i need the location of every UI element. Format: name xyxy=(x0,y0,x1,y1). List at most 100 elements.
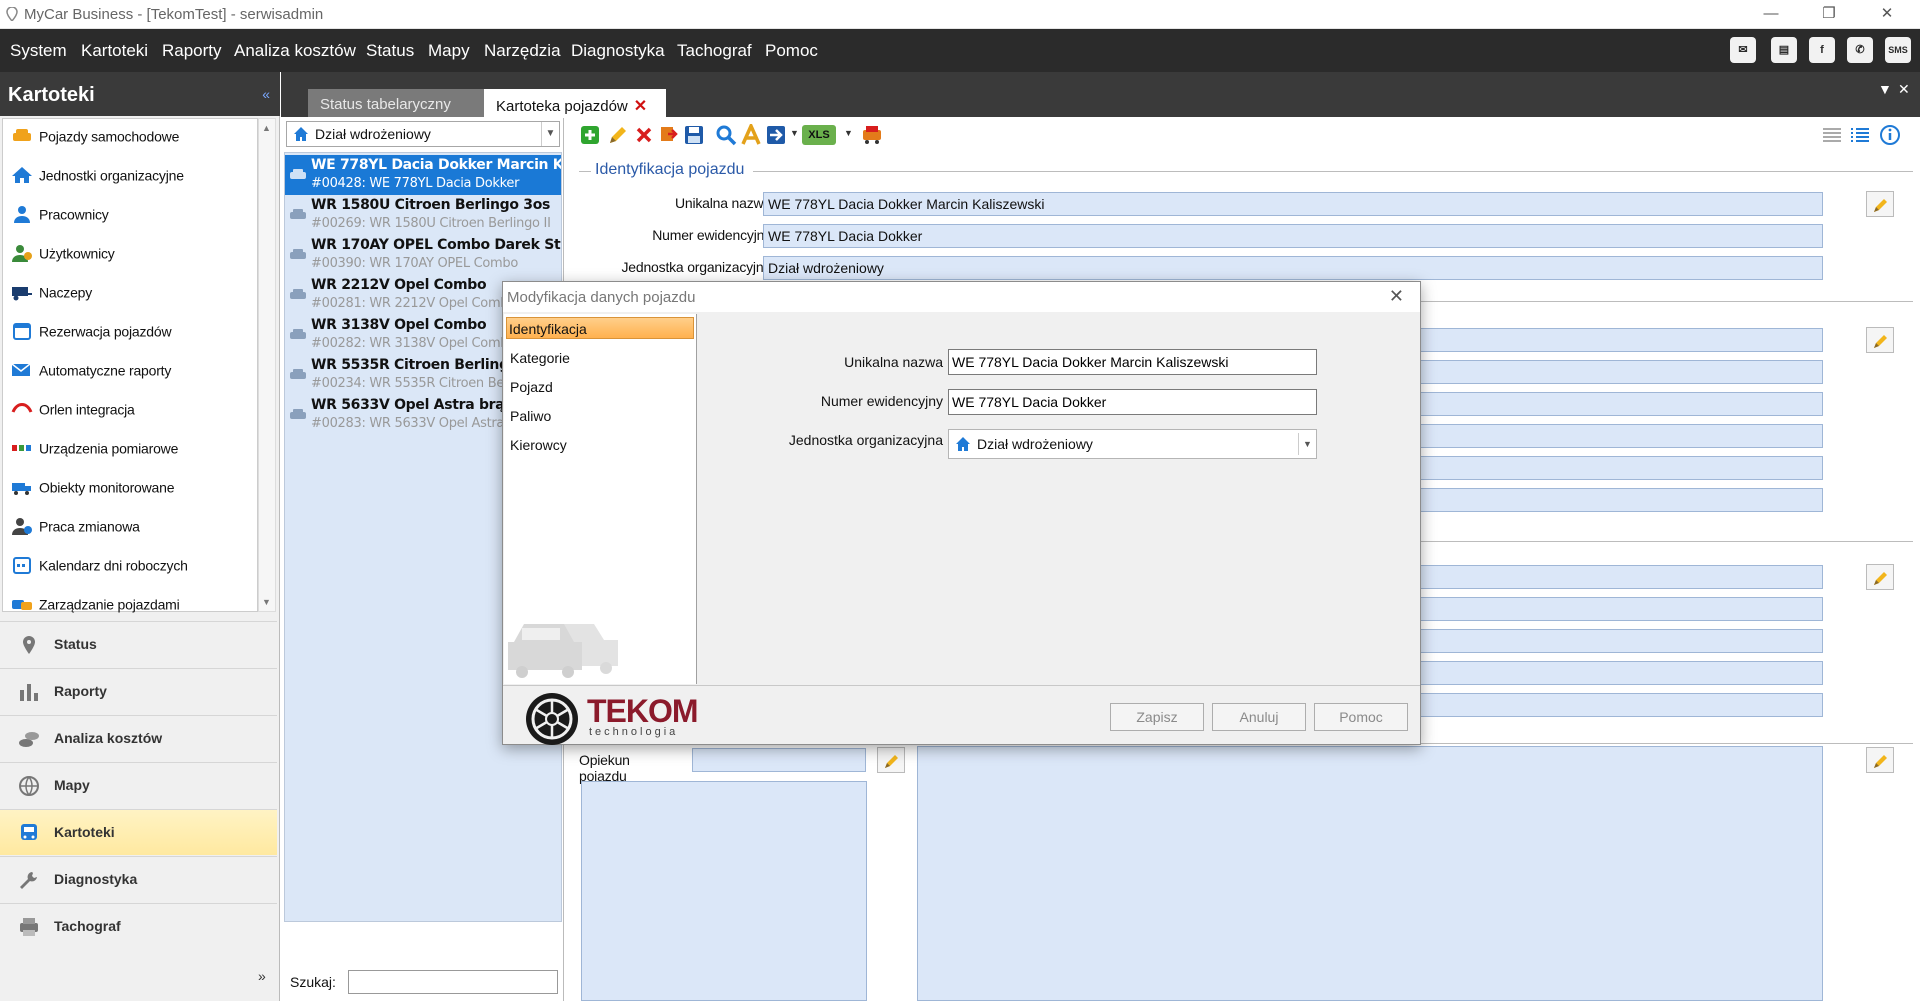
nav-raporty[interactable]: Raporty xyxy=(0,668,277,714)
chevron-down-icon[interactable]: ▼ xyxy=(1298,433,1316,455)
nav-status[interactable]: Status xyxy=(0,621,277,667)
search-icon[interactable] xyxy=(715,124,737,146)
message-icon[interactable]: ▤ xyxy=(1771,37,1797,63)
detail-field[interactable] xyxy=(1415,661,1823,685)
dialog-nav-kategorie[interactable]: Kategorie xyxy=(508,347,572,369)
menu-diagnostyka[interactable]: Diagnostyka xyxy=(571,41,665,61)
export-xls-icon[interactable]: XLS xyxy=(802,125,836,145)
menu-kartoteki[interactable]: Kartoteki xyxy=(81,41,148,61)
add-icon[interactable] xyxy=(579,124,601,146)
org-unit-filter[interactable]: Dział wdrożeniowy ▼ xyxy=(286,121,560,147)
close-dialog-icon[interactable]: ✕ xyxy=(1389,286,1404,307)
dialog-unique-name-input[interactable] xyxy=(948,349,1317,375)
minimize-button[interactable]: — xyxy=(1751,3,1791,25)
facebook-icon[interactable]: f xyxy=(1809,37,1835,63)
menu-raporty[interactable]: Raporty xyxy=(162,41,222,61)
font-icon[interactable] xyxy=(740,124,762,146)
vehicle-row[interactable]: WR 1580U Citroen Berlingo 3os #00269: WR … xyxy=(285,195,561,235)
dialog-nav-pojazd[interactable]: Pojazd xyxy=(508,376,555,398)
tab-close-all-icon[interactable]: ✕ xyxy=(1898,81,1910,98)
menu-narzedzia[interactable]: Narzędzia xyxy=(484,41,561,61)
dialog-registry-number-input[interactable] xyxy=(948,389,1317,415)
kartoteki-item-zarzadzanie[interactable]: Zarządzanie pojazdami xyxy=(11,595,180,621)
sms-icon[interactable]: SMS xyxy=(1885,37,1911,63)
menu-status[interactable]: Status xyxy=(366,41,414,61)
scroll-up-icon[interactable]: ▲ xyxy=(262,123,271,133)
dialog-nav-paliwo[interactable]: Paliwo xyxy=(508,405,553,427)
kartoteki-scrollbar[interactable]: ▲ ▼ xyxy=(258,118,276,612)
kartoteki-item-raporty[interactable]: Automatyczne raporty xyxy=(11,361,171,387)
registry-number-field[interactable]: WE 778YL Dacia Dokker xyxy=(763,224,1823,248)
save-button[interactable]: Zapisz xyxy=(1110,703,1204,731)
detail-field[interactable] xyxy=(1415,488,1823,512)
vehicle-row[interactable]: WR 170AY OPEL Combo Darek Step #00390: WR… xyxy=(285,235,561,275)
goto-icon[interactable] xyxy=(765,124,787,146)
expand-nav-icon[interactable]: » xyxy=(258,968,266,984)
nav-tachograf[interactable]: Tachograf xyxy=(0,903,277,949)
list-view-icon[interactable] xyxy=(1821,124,1843,146)
org-unit-field[interactable]: Dział wdrożeniowy xyxy=(763,256,1823,280)
edit-opiekun-button[interactable] xyxy=(877,747,905,773)
kartoteki-item-kalendarz[interactable]: Kalendarz dni roboczych xyxy=(11,556,188,582)
notes-area[interactable] xyxy=(917,746,1823,1001)
tab-status-tabelaryczny[interactable]: Status tabelaryczny xyxy=(308,89,486,117)
mail-icon[interactable]: ✉ xyxy=(1730,37,1756,63)
edit-notes-button[interactable] xyxy=(1866,747,1894,773)
detail-field[interactable] xyxy=(1415,565,1823,589)
nav-mapy[interactable]: Mapy xyxy=(0,762,277,808)
kartoteki-item-rezerwacja[interactable]: Rezerwacja pojazdów xyxy=(11,322,172,348)
phone-icon[interactable]: ✆ xyxy=(1847,37,1873,63)
kartoteki-item-obiekty[interactable]: Obiekty monitorowane xyxy=(11,478,174,504)
detail-field[interactable] xyxy=(1415,597,1823,621)
close-tab-icon[interactable]: ✕ xyxy=(634,98,647,115)
kartoteki-item-jednostki[interactable]: Jednostki organizacyjne xyxy=(11,166,184,192)
edit-icon[interactable] xyxy=(607,124,629,146)
search-input[interactable] xyxy=(348,970,558,994)
edit-section-button[interactable] xyxy=(1866,327,1894,353)
menu-system[interactable]: System xyxy=(10,41,67,61)
menu-analiza-kosztow[interactable]: Analiza kosztów xyxy=(234,41,356,61)
kartoteki-item-praca[interactable]: Praca zmianowa xyxy=(11,517,140,543)
dialog-org-unit-select[interactable]: Dział wdrożeniowy ▼ xyxy=(948,429,1317,459)
xls-dropdown-icon[interactable]: ▼ xyxy=(844,128,853,138)
edit-section-button[interactable] xyxy=(1866,564,1894,590)
save-icon[interactable] xyxy=(683,124,705,146)
help-button[interactable]: Pomoc xyxy=(1314,703,1408,731)
opiekun-list[interactable] xyxy=(581,781,867,1001)
menu-tachograf[interactable]: Tachograf xyxy=(677,41,752,61)
tab-menu-icon[interactable]: ▼ xyxy=(1878,81,1892,97)
kartoteki-item-orlen[interactable]: Orlen integracja xyxy=(11,400,135,426)
scroll-down-icon[interactable]: ▼ xyxy=(262,597,271,607)
detail-field[interactable] xyxy=(1415,360,1823,384)
kartoteki-item-urzadzenia[interactable]: Urządzenia pomiarowe xyxy=(11,439,178,465)
detail-field[interactable] xyxy=(1415,693,1823,717)
vehicle-row[interactable]: WE 778YL Dacia Dokker Marcin Kali #00428:… xyxy=(285,155,561,195)
vehicle-tool-icon[interactable] xyxy=(861,124,883,146)
restore-button[interactable]: ❐ xyxy=(1809,3,1849,25)
kartoteki-item-pracownicy[interactable]: Pracownicy xyxy=(11,205,109,231)
nav-kartoteki[interactable]: Kartoteki xyxy=(0,809,277,855)
info-icon[interactable] xyxy=(1879,124,1901,146)
opiekun-field[interactable] xyxy=(692,748,866,772)
chevron-down-icon[interactable]: ▼ xyxy=(541,122,559,146)
dialog-nav-identyfikacja[interactable]: Identyfikacja xyxy=(506,317,694,339)
unique-name-field[interactable]: WE 778YL Dacia Dokker Marcin Kaliszewski xyxy=(763,192,1823,216)
detail-field[interactable] xyxy=(1415,456,1823,480)
close-window-button[interactable]: ✕ xyxy=(1867,3,1907,25)
cancel-button[interactable]: Anuluj xyxy=(1212,703,1306,731)
detail-field[interactable] xyxy=(1415,629,1823,653)
dialog-nav-kierowcy[interactable]: Kierowcy xyxy=(508,434,569,456)
detail-field[interactable] xyxy=(1415,328,1823,352)
delete-icon[interactable] xyxy=(633,124,655,146)
import-icon[interactable] xyxy=(658,124,680,146)
detail-view-icon[interactable] xyxy=(1849,124,1871,146)
tab-kartoteka-pojazdow[interactable]: Kartoteka pojazdów ✕ xyxy=(484,89,666,117)
menu-mapy[interactable]: Mapy xyxy=(428,41,470,61)
menu-pomoc[interactable]: Pomoc xyxy=(765,41,818,61)
detail-field[interactable] xyxy=(1415,424,1823,448)
kartoteki-item-uzytkownicy[interactable]: Użytkownicy xyxy=(11,244,115,270)
collapse-panel-icon[interactable]: « xyxy=(262,86,270,102)
edit-identification-button[interactable] xyxy=(1866,191,1894,217)
kartoteki-item-naczepy[interactable]: Naczepy xyxy=(11,283,92,309)
nav-diagnostyka[interactable]: Diagnostyka xyxy=(0,856,277,902)
